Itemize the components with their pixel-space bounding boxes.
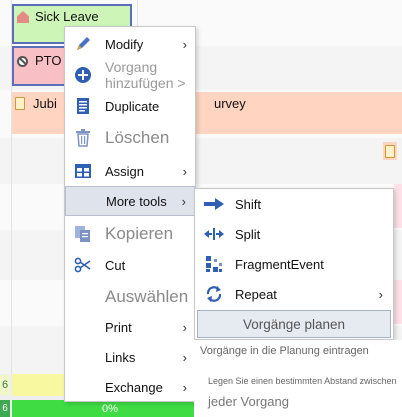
clipboard-icon[interactable]: [383, 142, 397, 160]
menu-label: Cut: [105, 257, 126, 273]
tooltip: Vorgänge in die Planung eintragen Legen …: [194, 340, 402, 417]
menu-label: Modify: [105, 36, 144, 52]
menu-item-assign[interactable]: Assign ›: [65, 156, 195, 186]
clipboard-icon: [15, 96, 27, 110]
trash-icon: [73, 128, 93, 148]
chevron-right-icon: ›: [181, 193, 186, 209]
chevron-right-icon: ›: [182, 36, 187, 52]
row-number: 6: [0, 375, 10, 395]
event-edge: [394, 184, 402, 228]
menu-item-add-task[interactable]: Vorgang hinzufügen >: [65, 59, 195, 91]
menu-item-select[interactable]: Auswählen: [65, 282, 195, 312]
menu-label: Kopieren: [105, 224, 174, 243]
menu-item-links[interactable]: Links ›: [65, 342, 195, 372]
menu-item-copy[interactable]: Kopieren: [65, 219, 195, 249]
split-icon: [203, 224, 225, 244]
ban-icon: [17, 53, 29, 67]
chevron-right-icon: ›: [182, 319, 187, 335]
menu-label: Shift: [235, 196, 262, 212]
plus-circle-icon: [73, 65, 93, 85]
event-label-tail: urvey: [214, 96, 246, 111]
menu-item-delete[interactable]: Löschen: [65, 123, 195, 153]
menu-label: Print: [105, 319, 132, 335]
event-label: Sick Leave: [35, 9, 99, 24]
menu-label: FragmentEvent: [235, 256, 324, 272]
table-icon: [73, 161, 93, 181]
progress-bar: 0%: [12, 400, 208, 417]
event-label: Jubi: [33, 96, 57, 111]
menu-item-cut[interactable]: Cut: [65, 250, 195, 280]
event-edge: [394, 280, 402, 324]
menu-item-exchange[interactable]: Exchange ›: [65, 372, 195, 402]
repeat-icon: [203, 284, 225, 304]
menu-label: Assign: [105, 163, 145, 179]
row-number: 6: [0, 400, 10, 417]
document-icon: [73, 96, 93, 116]
progress-label: 0%: [102, 402, 118, 415]
scheduler-row: [0, 138, 402, 184]
arrow-right-icon: [203, 194, 225, 214]
menu-label: Exchange: [105, 379, 163, 395]
event-label: PTO: [35, 53, 62, 68]
more-tools-submenu: Shift Split FragmentEvent Repeat › Vorgä…: [194, 188, 394, 340]
menu-item-more-tools[interactable]: More tools ›: [65, 186, 195, 216]
scissors-icon: [73, 255, 93, 275]
fragment-icon: [203, 254, 225, 274]
menu-label: Repeat: [235, 286, 277, 302]
tooltip-line: Legen Sie einen bestimmten Abstand zwisc…: [208, 376, 397, 386]
tooltip-line: Vorgänge in die Planung eintragen: [200, 345, 369, 357]
house-icon: [17, 9, 29, 23]
event-pto[interactable]: PTO: [12, 46, 72, 86]
submenu-item-repeat[interactable]: Repeat ›: [195, 279, 393, 309]
chevron-right-icon: ›: [378, 286, 383, 302]
menu-item-modify[interactable]: Modify ›: [65, 29, 195, 59]
menu-label: Vorgang hinzufügen >: [105, 59, 186, 91]
menu-label: Links: [105, 349, 136, 365]
menu-item-duplicate[interactable]: Duplicate: [65, 91, 195, 121]
menu-label: More tools: [106, 193, 167, 209]
chevron-right-icon: ›: [182, 163, 187, 179]
menu-label: Split: [235, 226, 261, 242]
submenu-item-fragment-event[interactable]: FragmentEvent: [195, 249, 393, 279]
plan-tasks-button[interactable]: Vorgänge planen: [197, 310, 391, 338]
menu-label: Duplicate: [105, 98, 160, 114]
menu-label: Auswählen: [105, 287, 189, 306]
pencil-icon: [73, 34, 93, 54]
menu-label: Vorgänge planen: [242, 316, 346, 332]
chevron-right-icon: ›: [182, 379, 187, 395]
menu-item-print[interactable]: Print ›: [65, 312, 195, 342]
submenu-item-shift[interactable]: Shift: [195, 189, 393, 219]
copy-icon: [73, 224, 93, 244]
submenu-item-split[interactable]: Split: [195, 219, 393, 249]
tooltip-line: jeder Vorgang: [208, 394, 289, 409]
menu-label: Löschen: [105, 128, 170, 147]
chevron-right-icon: ›: [182, 349, 187, 365]
context-menu: Modify › Vorgang hinzufügen > Duplicate …: [64, 26, 196, 402]
